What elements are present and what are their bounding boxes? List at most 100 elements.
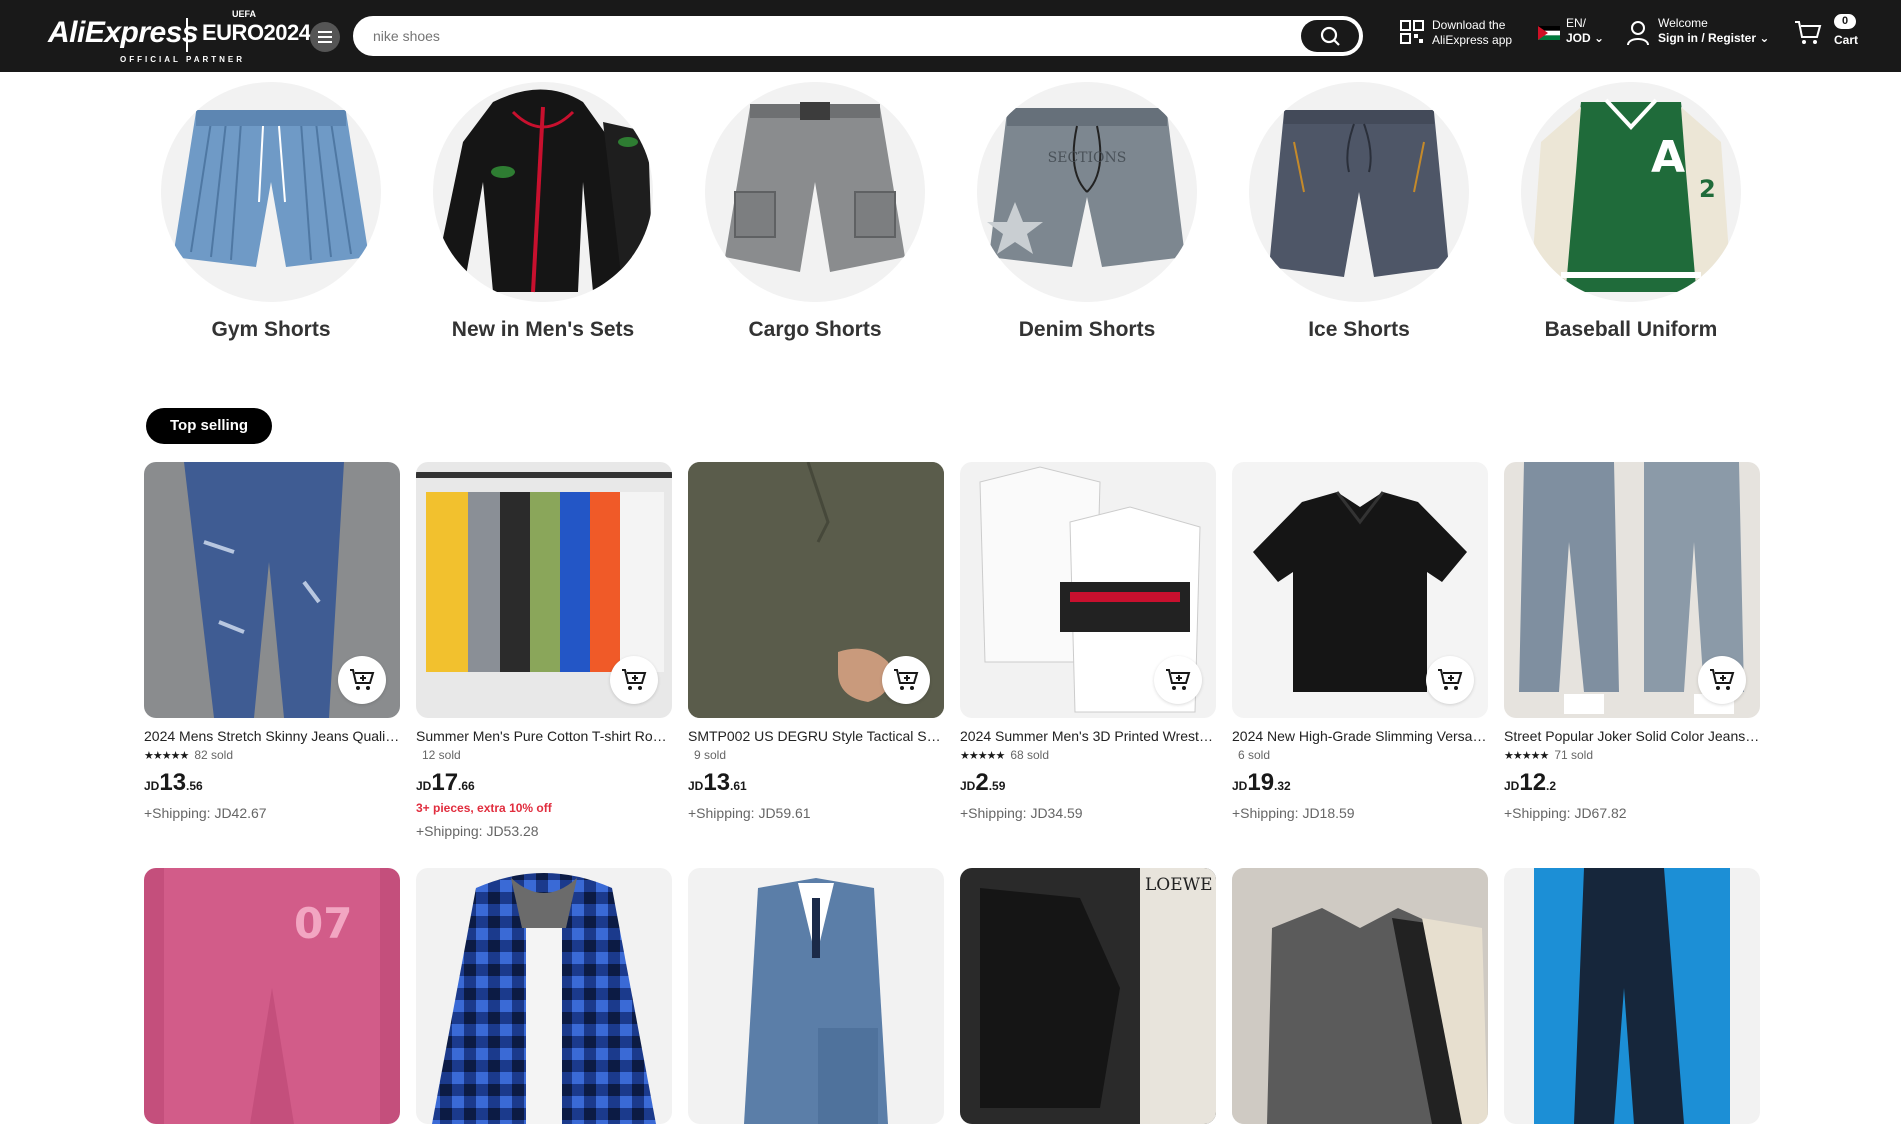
product-image: [1504, 868, 1760, 1124]
aliexpress-logo[interactable]: AliExpress: [48, 16, 199, 50]
sold-count: 68 sold: [1010, 748, 1050, 762]
baseball-jacket-image: A 2: [1531, 98, 1731, 292]
cart-label: Cart: [1834, 33, 1859, 47]
product-image: [416, 462, 672, 718]
download-app-line1: Download the: [1432, 18, 1506, 32]
hamburger-icon: [318, 31, 332, 43]
category-image: [1249, 82, 1469, 302]
currency-text: JOD: [1566, 31, 1591, 45]
cart-plus-icon: [1166, 669, 1191, 690]
search-button[interactable]: [1301, 20, 1359, 52]
add-to-cart-button[interactable]: [1154, 656, 1202, 704]
cart-plus-icon: [350, 669, 375, 690]
product-price: JD2.59: [960, 769, 1006, 796]
product-title: 2024 Summer Men's 3D Printed Wrestling T…: [960, 728, 1216, 744]
chevron-down-icon: ⌄: [1594, 31, 1605, 45]
svg-text:2: 2: [1699, 175, 1716, 203]
product-title: 2024 New High-Grade Slimming Versatile P…: [1232, 728, 1488, 744]
product-price: JD12.2: [1504, 769, 1557, 796]
add-to-cart-button[interactable]: [1698, 656, 1746, 704]
cart-count-badge: 0: [1834, 14, 1856, 29]
product-price: JD19.32: [1232, 769, 1291, 796]
product-price: JD17.66: [416, 769, 475, 796]
category-gym-shorts[interactable]: Gym Shorts: [156, 82, 386, 342]
rating-stars: ★★★★★: [960, 749, 1005, 762]
category-image: [433, 82, 653, 302]
category-cargo-shorts[interactable]: Cargo Shorts: [700, 82, 930, 342]
product-card[interactable]: [416, 868, 672, 1124]
sign-in-link[interactable]: Sign in / Register: [1658, 31, 1756, 45]
top-selling-tab[interactable]: Top selling: [146, 408, 273, 444]
search-input[interactable]: [373, 18, 1273, 54]
sold-count: 71 sold: [1554, 748, 1594, 762]
official-partner-text: OFFICIAL PARTNER: [120, 55, 246, 64]
product-card[interactable]: [1232, 868, 1488, 1124]
category-image: [705, 82, 925, 302]
cart-icon: [1795, 21, 1822, 44]
category-new-in-mens-sets[interactable]: New in Men's Sets: [428, 82, 658, 342]
download-app-line2: AliExpress app: [1432, 33, 1513, 47]
ice-shorts-image: [1269, 110, 1449, 277]
menu-button[interactable]: [310, 22, 340, 52]
sold-count: 82 sold: [194, 748, 234, 762]
hoodie-image: [438, 89, 653, 293]
product-image: [144, 462, 400, 718]
rating-stars: ★★★★★: [144, 749, 189, 762]
shorts-image: [173, 110, 369, 267]
product-price: JD13.56: [144, 769, 203, 796]
add-to-cart-button[interactable]: [882, 656, 930, 704]
category-label: Gym Shorts: [211, 318, 331, 341]
product-card[interactable]: 2024 Mens Stretch Skinny Jeans Quality R…: [144, 462, 400, 821]
category-ice-shorts[interactable]: Ice Shorts: [1244, 82, 1474, 342]
category-label: Ice Shorts: [1308, 318, 1410, 341]
search-bar: [353, 16, 1363, 56]
denim-shorts-image: SECTIONS: [987, 108, 1185, 267]
product-card[interactable]: Street Popular Joker Solid Color Jeans B…: [1504, 462, 1760, 821]
category-label: Baseball Uniform: [1544, 318, 1718, 341]
logo-divider: [186, 18, 188, 52]
shipping-cost: +Shipping: JD53.28: [416, 823, 539, 839]
qr-code-icon: [1400, 20, 1424, 44]
product-title: Street Popular Joker Solid Color Jeans B…: [1504, 728, 1760, 744]
product-card[interactable]: 07: [144, 868, 400, 1124]
jersey-number: 07: [294, 899, 352, 948]
add-to-cart-button[interactable]: [338, 656, 386, 704]
chevron-down-icon: ⌄: [1759, 31, 1770, 45]
add-to-cart-button[interactable]: [610, 656, 658, 704]
shipping-cost: +Shipping: JD42.67: [144, 805, 267, 821]
sold-count: 12 sold: [422, 748, 461, 762]
loewe-text: LOEWE: [1145, 875, 1213, 895]
user-icon: [1627, 21, 1649, 46]
product-card[interactable]: [688, 868, 944, 1124]
category-denim-shorts[interactable]: SECTIONS Denim Shorts: [972, 82, 1202, 342]
shipping-cost: +Shipping: JD34.59: [960, 805, 1083, 821]
cart-plus-icon: [1438, 669, 1463, 690]
product-card[interactable]: SMTP002 US DEGRU Style Tactical Shirt Lo…: [688, 462, 944, 821]
product-image: [960, 462, 1216, 718]
language-text: EN/: [1566, 16, 1587, 30]
product-title: SMTP002 US DEGRU Style Tactical Shirt Lo…: [688, 728, 944, 744]
uefa-text: UEFA: [232, 9, 257, 19]
product-image: [688, 868, 944, 1124]
product-card[interactable]: 2024 New High-Grade Slimming Versatile P…: [1232, 462, 1488, 821]
category-baseball-uniform[interactable]: A 2 Baseball Uniform: [1516, 82, 1746, 342]
product-image: [1504, 462, 1760, 718]
search-icon: [1320, 26, 1340, 46]
product-card[interactable]: Summer Men's Pure Cotton T-shirt Round N…: [416, 462, 672, 839]
product-image: 07: [144, 868, 400, 1124]
welcome-text: Welcome: [1658, 16, 1708, 30]
euro2024-logo: EURO2024: [202, 20, 311, 45]
sold-count: 6 sold: [1238, 748, 1271, 762]
product-price: JD13.61: [688, 769, 747, 796]
add-to-cart-button[interactable]: [1426, 656, 1474, 704]
shipping-cost: +Shipping: JD59.61: [688, 805, 811, 821]
cart-plus-icon: [894, 669, 919, 690]
product-image: [688, 462, 944, 718]
product-card[interactable]: [1504, 868, 1760, 1124]
product-image: [1232, 868, 1488, 1124]
product-card[interactable]: LOEWE: [960, 868, 1216, 1124]
product-card[interactable]: 2024 Summer Men's 3D Printed Wrestling T…: [960, 462, 1216, 821]
rating-stars: ★★★★★: [1504, 749, 1549, 762]
cargo-shorts-image: [725, 102, 905, 272]
product-image: [1232, 462, 1488, 718]
